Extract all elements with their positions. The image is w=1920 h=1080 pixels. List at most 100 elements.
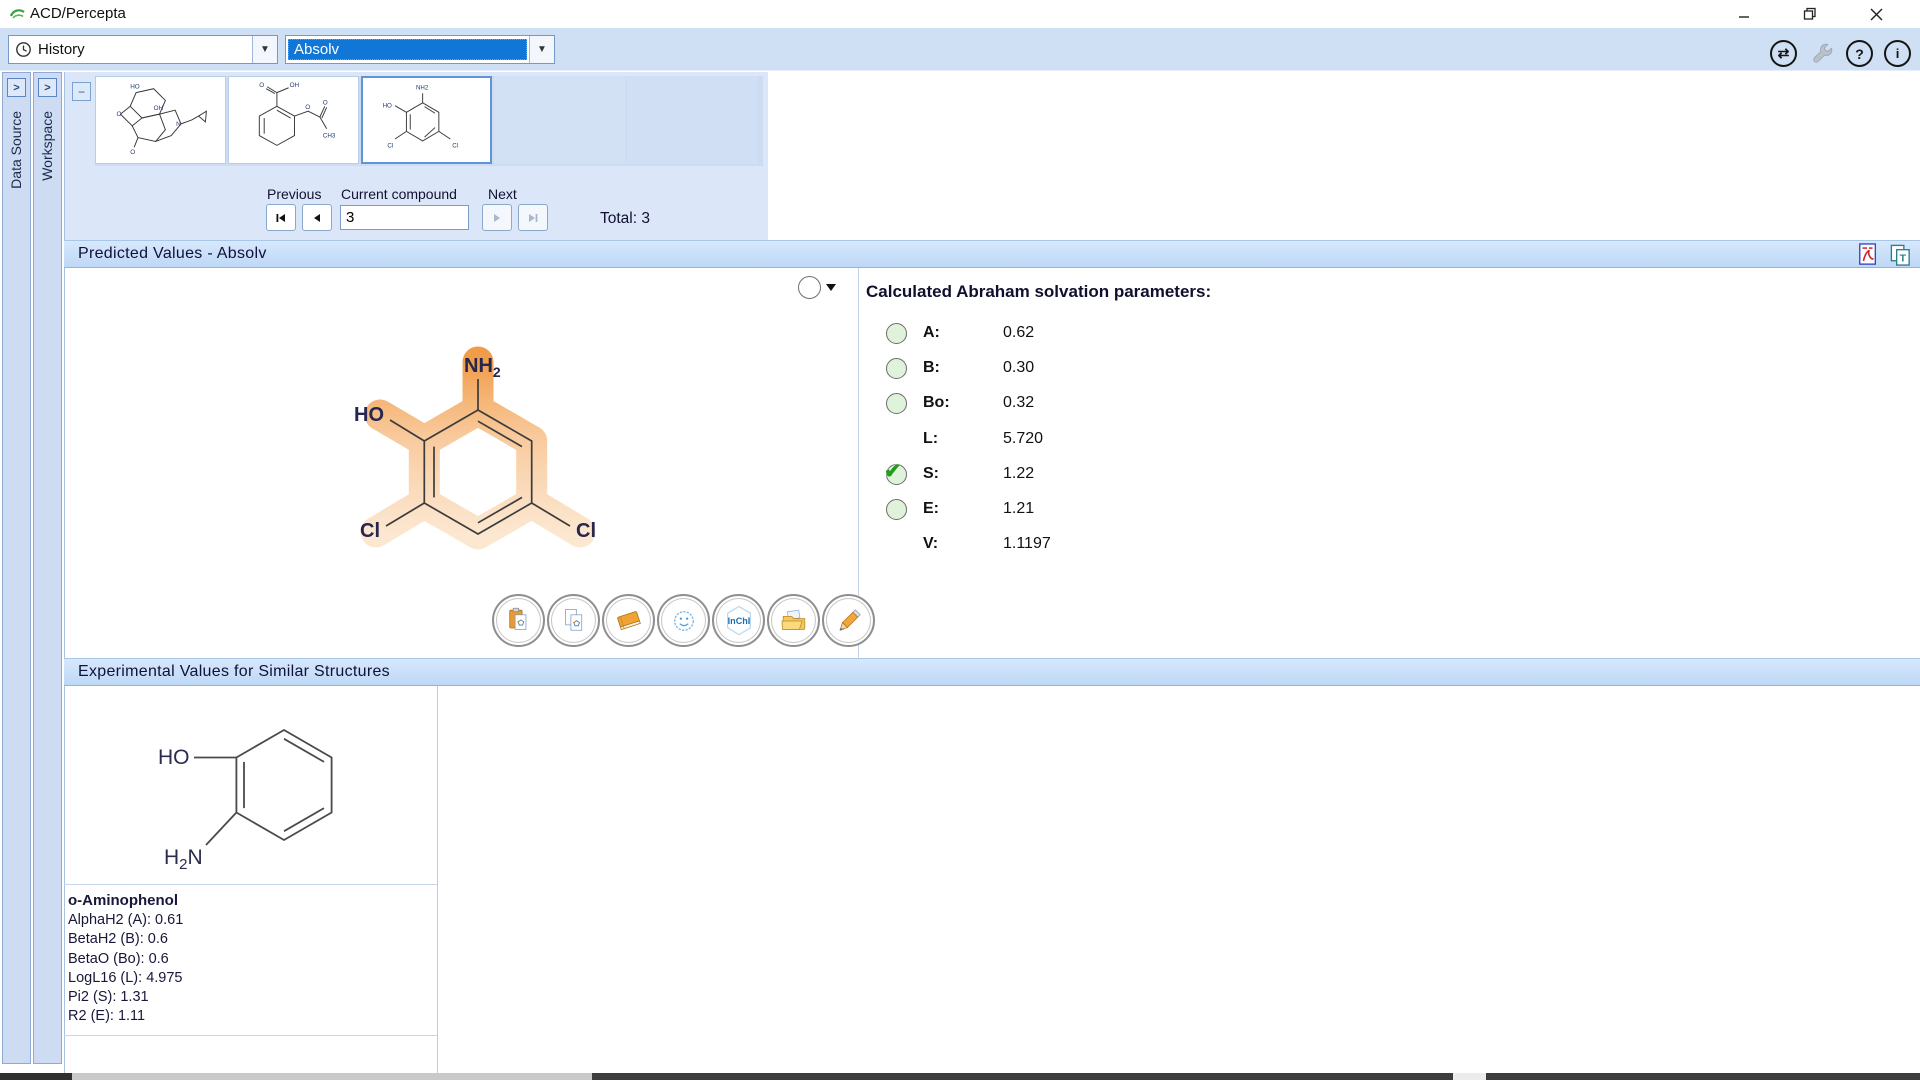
parameter-value: 0.32 xyxy=(1003,394,1034,412)
svg-text:HO: HO xyxy=(130,84,140,91)
module-dropdown-arrow[interactable]: ▼ xyxy=(529,36,554,63)
inchi-button[interactable]: InChI xyxy=(712,594,765,647)
parameter-value: 5.720 xyxy=(1003,430,1043,448)
svg-text:N: N xyxy=(176,121,181,128)
thumbnail-empty-slot xyxy=(627,76,758,164)
parameter-key: V: xyxy=(923,535,938,553)
bottom-strip-segment xyxy=(1486,1073,1920,1080)
info-icon[interactable]: i xyxy=(1884,40,1911,67)
dictionary-button[interactable] xyxy=(602,594,655,647)
first-compound-button[interactable] xyxy=(266,204,296,231)
help-icon[interactable]: ? xyxy=(1846,40,1873,67)
experimental-values-header: Experimental Values for Similar Structur… xyxy=(64,658,1920,686)
compound-thumbnail-strip: HO O OH N O O OH O xyxy=(95,76,763,166)
paste-structure-button[interactable] xyxy=(492,594,545,647)
sidebar-tab-data-source[interactable]: > Data Source xyxy=(2,72,31,1064)
check-icon: ✔ xyxy=(884,459,902,484)
parameter-row-L: L: 5.720 xyxy=(868,428,1198,458)
next-compound-button[interactable] xyxy=(482,204,512,231)
svg-text:InChI: InChI xyxy=(727,616,750,626)
predicted-values-header: Predicted Values - Absolv T xyxy=(64,240,1920,268)
structure-aspirin: O OH O O CH3 xyxy=(229,77,358,161)
svg-text:HO: HO xyxy=(383,103,392,110)
highlight-selector-dropdown[interactable] xyxy=(798,276,836,299)
copy-structure-icon xyxy=(557,604,591,638)
parameter-key: E: xyxy=(923,500,939,518)
parameter-radio[interactable] xyxy=(886,499,907,520)
thumbnail-compound-1[interactable]: HO O OH N O xyxy=(95,76,226,164)
copy-text-icon[interactable]: T xyxy=(1889,242,1912,267)
expand-icon[interactable]: > xyxy=(38,78,57,97)
previous-label: Previous xyxy=(267,186,321,202)
options-wrench-icon[interactable] xyxy=(1808,40,1835,67)
svg-text:O: O xyxy=(259,82,264,89)
parameter-key: L: xyxy=(923,430,938,448)
parameter-radio[interactable] xyxy=(886,358,907,379)
last-compound-button[interactable] xyxy=(518,204,548,231)
module-dropdown[interactable]: Absolv ▼ xyxy=(285,35,555,64)
parameter-row-E: E: 1.21 xyxy=(868,498,1198,528)
module-dropdown-selected: Absolv xyxy=(288,39,527,60)
acd-logo-icon xyxy=(8,5,28,23)
open-structure-button[interactable] xyxy=(767,594,820,647)
parameter-radio[interactable] xyxy=(886,393,907,414)
switch-module-icon[interactable]: ⇄ xyxy=(1770,40,1797,67)
svg-text:OH: OH xyxy=(154,105,164,112)
clock-icon xyxy=(15,41,32,58)
inchi-icon: InChI xyxy=(719,601,759,641)
parameter-row-Bo: Bo: 0.32 xyxy=(868,392,1198,422)
parameter-row-B: B: 0.30 xyxy=(868,357,1198,387)
parameter-value: 1.21 xyxy=(1003,500,1034,518)
restore-button[interactable] xyxy=(1788,0,1832,28)
thumbnail-compound-2[interactable]: O OH O O CH3 xyxy=(228,76,359,164)
open-folder-icon xyxy=(777,604,811,638)
pdf-report-icon[interactable] xyxy=(1857,242,1879,267)
experimental-values-title: Experimental Values for Similar Structur… xyxy=(78,663,390,681)
predicted-values-title: Predicted Values - Absolv xyxy=(78,245,267,263)
svg-text:O: O xyxy=(130,149,135,156)
thumbnail-compound-3-selected[interactable]: NH2 HO Cl Cl xyxy=(361,76,492,164)
collapse-strip-button[interactable]: − xyxy=(72,82,91,101)
pencil-icon xyxy=(832,604,866,638)
similar-compound-properties: AlphaH2 (A): 0.61 BetaH2 (B): 0.6 BetaO … xyxy=(68,911,183,1027)
bottom-strip-segment xyxy=(72,1073,592,1080)
svg-text:O: O xyxy=(323,99,328,106)
parameter-value: 1.22 xyxy=(1003,465,1034,483)
svg-text:T: T xyxy=(1900,252,1907,264)
experimental-cell-separator xyxy=(64,884,437,885)
experimental-cell-right-border xyxy=(437,686,438,1073)
toolbar-right-icons: ⇄ ? i xyxy=(1770,40,1911,67)
current-compound-input[interactable] xyxy=(340,205,469,230)
smiles-button[interactable] xyxy=(657,594,710,647)
svg-text:OH: OH xyxy=(290,82,300,89)
bottom-strip-segment xyxy=(592,1073,1453,1080)
minimize-button[interactable] xyxy=(1722,0,1766,28)
experimental-cell-bottom-border xyxy=(64,1035,437,1036)
thumbnail-empty-slot xyxy=(494,76,625,164)
previous-compound-button[interactable] xyxy=(302,204,332,231)
highlight-selector-circle[interactable] xyxy=(798,276,821,299)
bottom-strip-segment xyxy=(1453,1073,1486,1080)
next-label: Next xyxy=(488,186,517,202)
history-dropdown-arrow[interactable]: ▼ xyxy=(252,36,277,63)
property-line: LogL16 (L): 4.975 xyxy=(68,969,183,988)
close-button[interactable] xyxy=(1854,0,1898,28)
clipboard-structure-icon xyxy=(502,604,536,638)
sidebar-tab-workspace[interactable]: > Workspace xyxy=(33,72,62,1064)
parameter-radio[interactable] xyxy=(886,323,907,344)
copy-structure-button[interactable] xyxy=(547,594,600,647)
structure-o-aminophenol[interactable]: HO H2N xyxy=(66,692,436,882)
history-dropdown[interactable]: History ▼ xyxy=(8,35,278,64)
property-line: BetaH2 (B): 0.6 xyxy=(68,930,183,949)
smiley-icon xyxy=(667,604,701,638)
parameter-key: Bo: xyxy=(923,394,950,412)
title-bar: ACD/Percepta xyxy=(0,0,1920,28)
expand-icon[interactable]: > xyxy=(7,78,26,97)
structure-tools: InChI xyxy=(492,594,875,647)
parameter-key: B: xyxy=(923,359,940,377)
total-count: Total: 3 xyxy=(600,210,650,228)
svg-text:Cl: Cl xyxy=(452,143,458,150)
edit-structure-button[interactable] xyxy=(822,594,875,647)
amine-label: NH2 xyxy=(464,355,501,380)
book-icon xyxy=(612,604,646,638)
